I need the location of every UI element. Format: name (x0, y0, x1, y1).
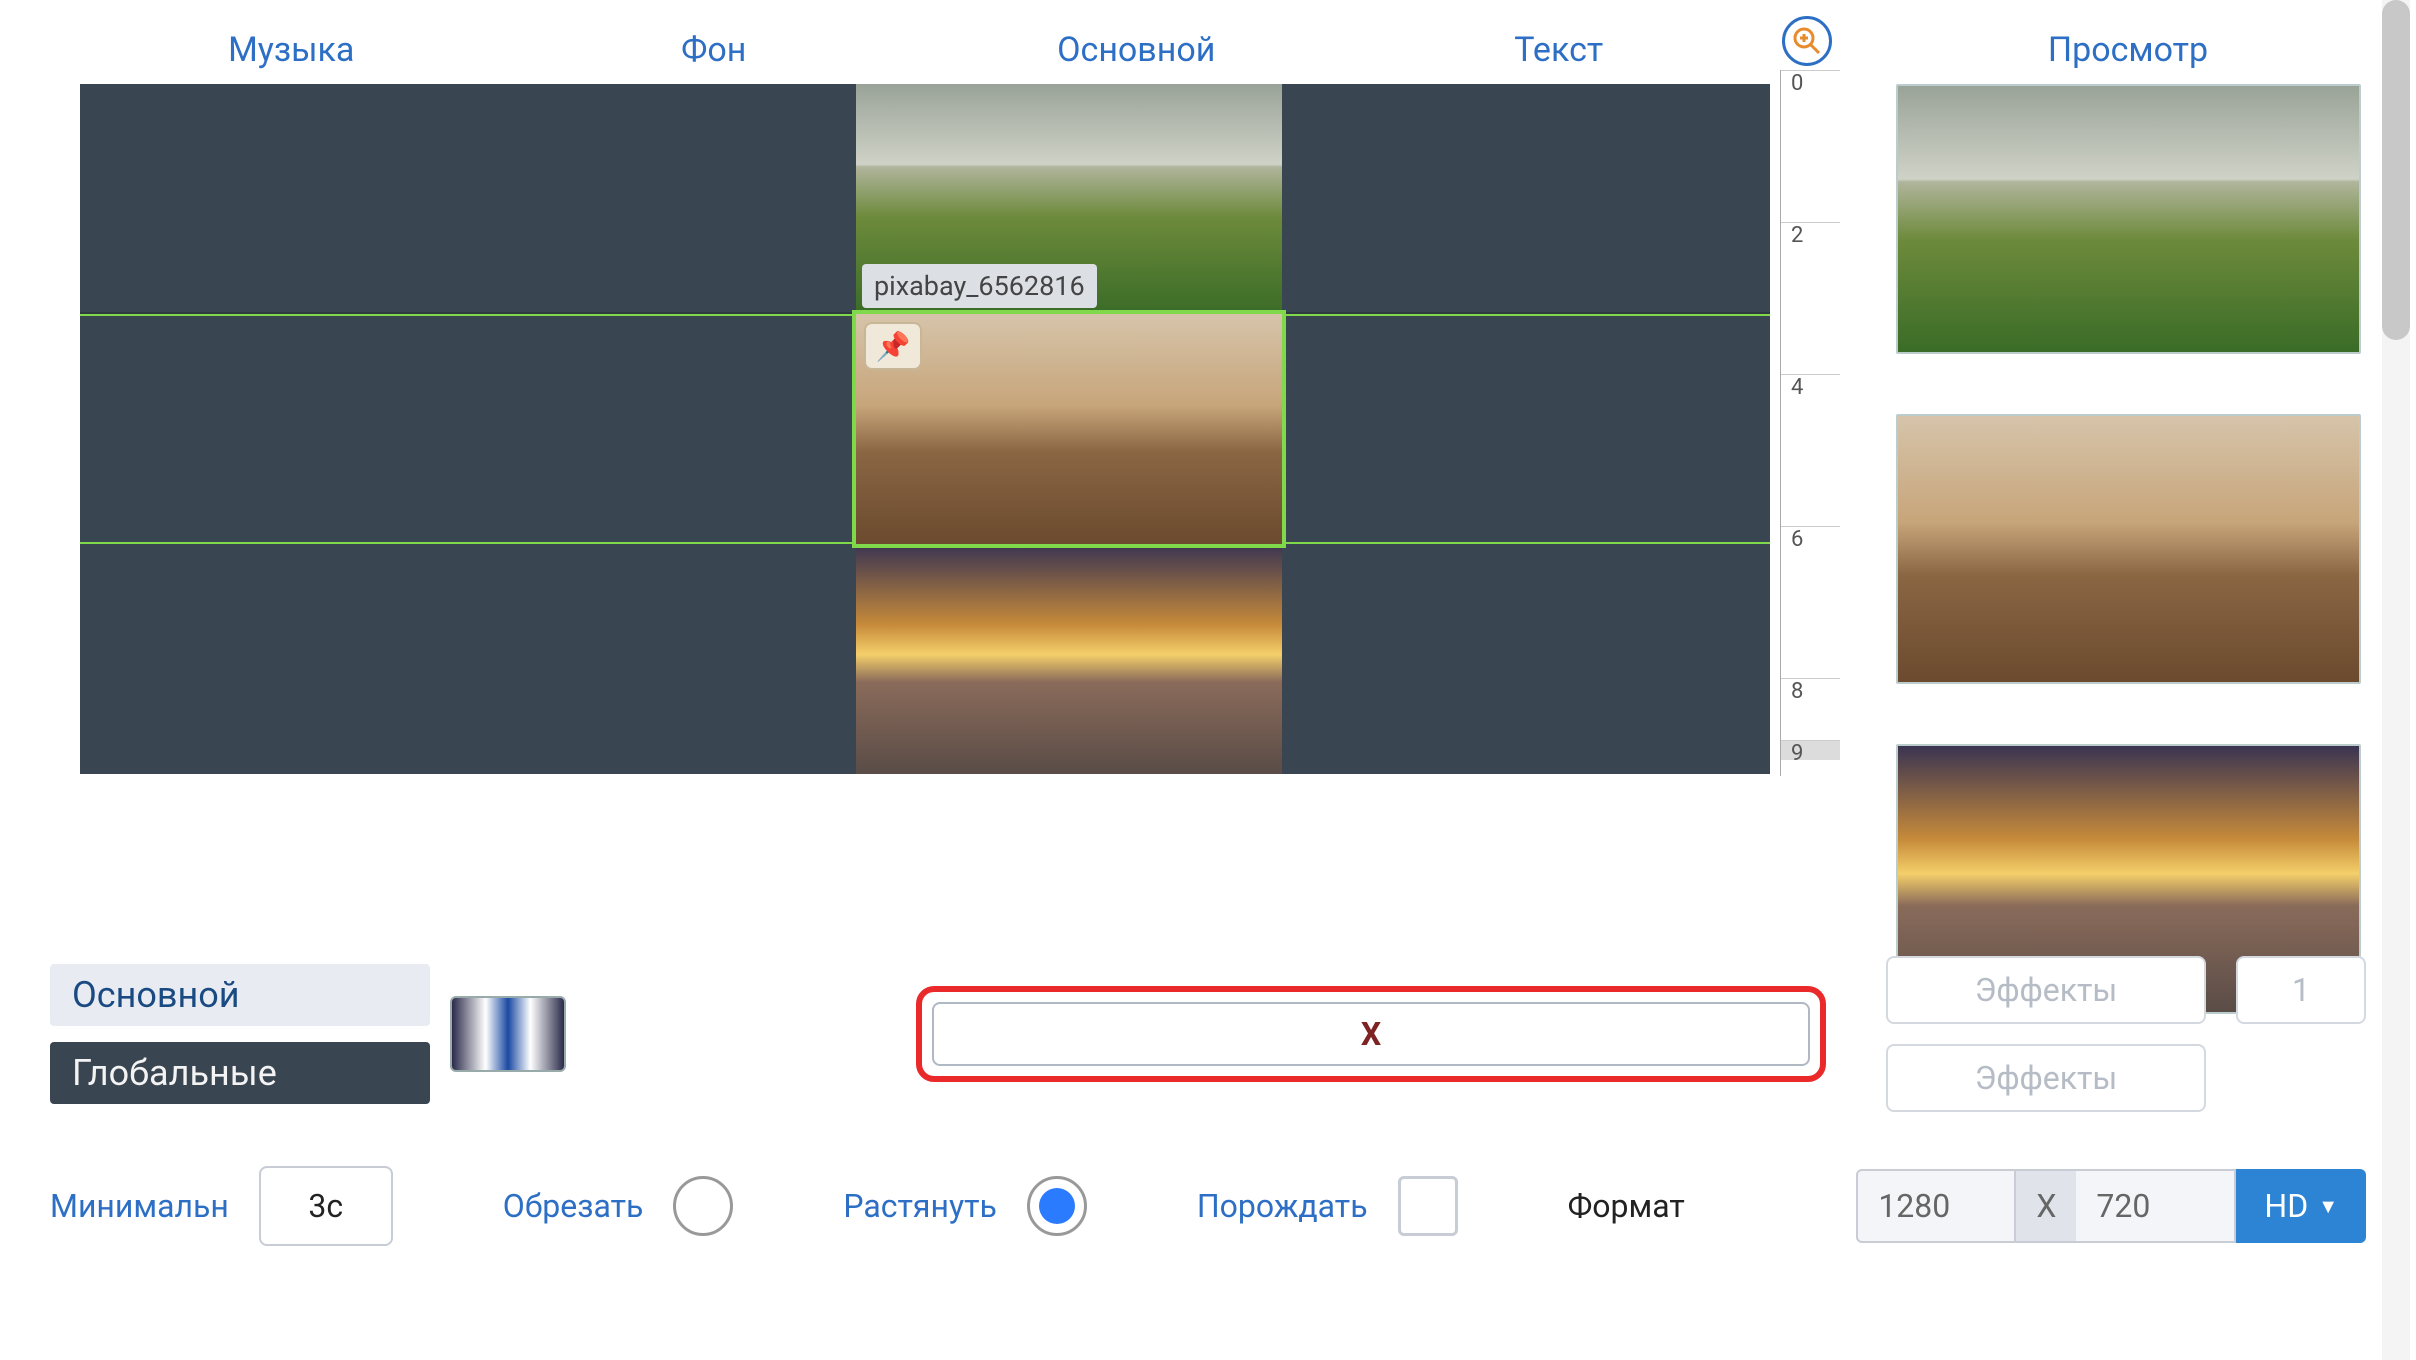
clip[interactable]: pixabay_6562816 (856, 84, 1282, 314)
preview-thumb[interactable] (1896, 414, 2361, 684)
stretch-label: Растянуть (843, 1187, 996, 1225)
ruler-tick: 6 (1781, 526, 1840, 552)
format-separator: X (2016, 1169, 2076, 1243)
ruler-tick: 4 (1781, 374, 1840, 400)
tab-main[interactable]: Основной (925, 16, 1348, 84)
tab-music[interactable]: Музыка (80, 16, 503, 84)
spawn-label: Порождать (1197, 1187, 1368, 1225)
clip-selected[interactable]: 📌 (856, 314, 1282, 544)
effects-button[interactable]: Эффекты (1886, 956, 2206, 1024)
timeline-row: 📌 (80, 314, 1770, 544)
scrollbar-thumb[interactable] (2382, 0, 2410, 340)
clip[interactable] (856, 544, 1282, 774)
format-label: Формат (1568, 1187, 1685, 1225)
ruler-tick: 8 (1781, 678, 1840, 704)
crop-label: Обрезать (503, 1187, 644, 1225)
timeline-row (80, 544, 1770, 774)
x-button-highlight: X (916, 986, 1826, 1082)
timeline[interactable]: pixabay_6562816 📌 (80, 84, 1770, 774)
ruler-tick: 2 (1781, 222, 1840, 248)
close-x-button[interactable]: X (932, 1002, 1810, 1066)
vertical-scrollbar[interactable] (2382, 0, 2410, 1360)
settings-tab-main[interactable]: Основной (50, 964, 430, 1026)
timeline-row: pixabay_6562816 (80, 84, 1770, 314)
ruler-tick: 9 (1781, 740, 1840, 760)
effects-count: 1 (2236, 956, 2366, 1024)
ruler-column: 0 2 4 6 8 9 (1780, 16, 1840, 776)
clip-label: pixabay_6562816 (862, 264, 1097, 308)
zoom-in-icon[interactable] (1782, 16, 1832, 66)
preview-title: Просмотр (2048, 16, 2208, 84)
format-preset-dropdown[interactable]: HD▼ (2236, 1169, 2366, 1243)
pin-icon[interactable]: 📌 (864, 322, 922, 370)
butterfly-thumbnail[interactable] (450, 996, 566, 1072)
effects-button-2[interactable]: Эффекты (1886, 1044, 2206, 1112)
tab-bg[interactable]: Фон (503, 16, 926, 84)
time-ruler[interactable]: 0 2 4 6 8 9 (1780, 70, 1840, 776)
min-label: Минимальн (50, 1187, 229, 1225)
settings-tab-global[interactable]: Глобальные (50, 1042, 430, 1104)
tab-text[interactable]: Текст (1348, 16, 1771, 84)
track-tabs: Музыка Фон Основной Текст (80, 16, 1770, 84)
format-height[interactable]: 720 (2076, 1169, 2236, 1243)
format-width[interactable]: 1280 (1856, 1169, 2016, 1243)
format-group: 1280 X 720 HD▼ (1856, 1169, 2366, 1243)
stretch-radio[interactable] (1027, 1176, 1087, 1236)
preview-thumb[interactable] (1896, 84, 2361, 354)
crop-radio[interactable] (673, 1176, 733, 1236)
min-duration-input[interactable] (259, 1166, 393, 1246)
ruler-tick: 0 (1781, 70, 1840, 96)
spawn-checkbox[interactable] (1398, 1176, 1458, 1236)
